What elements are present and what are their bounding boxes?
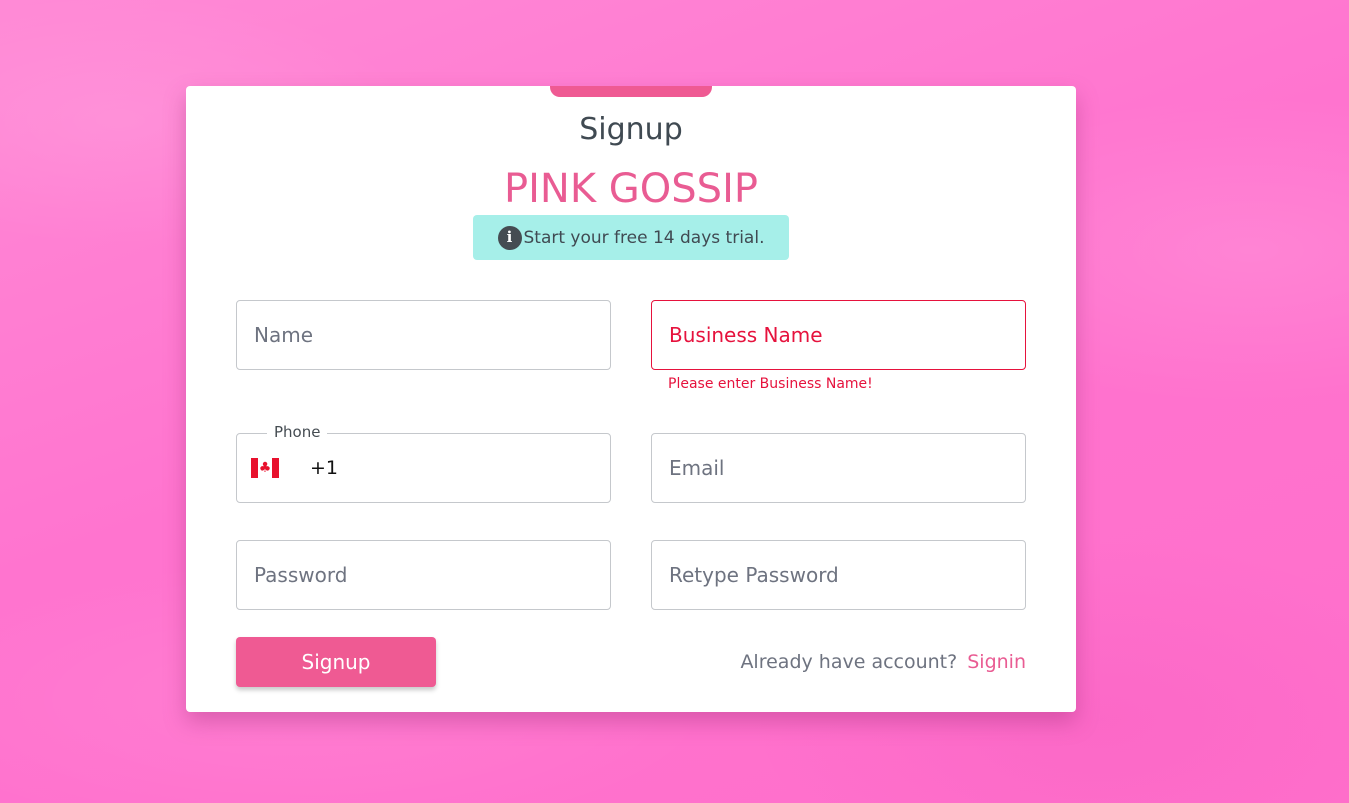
brand-name: PINK GOSSIP — [504, 166, 758, 212]
trial-message: Start your free 14 days trial. — [523, 227, 765, 248]
signin-prompt: Already have account? — [740, 651, 958, 673]
business-name-input[interactable]: Business Name — [651, 300, 1026, 370]
signin-row: Already have account? Signin — [740, 651, 1026, 673]
signup-card: Signup PINK GOSSIP i Start your free 14 … — [186, 86, 1076, 712]
phone-input[interactable]: Phone ♣ +1 — [236, 423, 611, 503]
password-placeholder: Password — [254, 563, 348, 587]
card-top-accent — [550, 86, 712, 97]
trial-badge: i Start your free 14 days trial. — [473, 215, 789, 260]
password-input[interactable]: Password — [236, 540, 611, 610]
retype-password-input[interactable]: Retype Password — [651, 540, 1026, 610]
signin-link[interactable]: Signin — [967, 651, 1026, 673]
canada-flag-icon[interactable]: ♣ — [251, 458, 279, 478]
name-placeholder: Name — [254, 323, 314, 347]
email-input[interactable]: Email — [651, 433, 1026, 503]
signup-button[interactable]: Signup — [236, 637, 436, 687]
retype-password-placeholder: Retype Password — [669, 563, 839, 587]
form-title: Signup — [579, 112, 683, 147]
name-input[interactable]: Name — [236, 300, 611, 370]
phone-label: Phone — [267, 423, 328, 441]
info-icon: i — [497, 225, 522, 250]
business-name-error: Please enter Business Name! — [668, 376, 873, 392]
business-name-placeholder: Business Name — [669, 323, 823, 347]
phone-dial-code: +1 — [310, 457, 339, 479]
email-placeholder: Email — [669, 456, 725, 480]
